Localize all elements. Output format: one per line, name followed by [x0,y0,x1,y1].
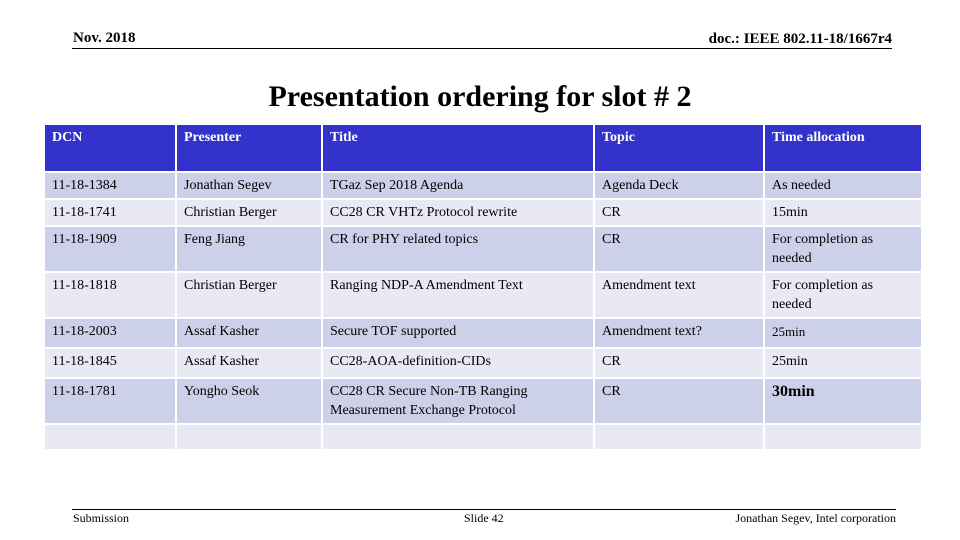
table-row: 11-18-2003 Assaf Kasher Secure TOF suppo… [45,319,921,347]
cell-dcn: 11-18-1741 [45,200,175,225]
cell-title: Secure TOF supported [323,319,593,347]
cell-topic: Amendment text? [595,319,763,347]
cell-title: CC28-AOA-definition-CIDs [323,349,593,377]
cell-presenter: Assaf Kasher [177,319,321,347]
cell-time: 30min [765,379,921,423]
header-date: Nov. 2018 [73,30,136,46]
cell-presenter [177,425,321,449]
cell-time [765,425,921,449]
cell-time: For completion as needed [765,273,921,317]
table-header-row: DCN Presenter Title Topic Time allocatio… [45,125,921,171]
column-header-title: Title [323,125,593,171]
cell-topic [595,425,763,449]
header-divider [72,48,892,49]
cell-presenter: Yongho Seok [177,379,321,423]
presentation-table: DCN Presenter Title Topic Time allocatio… [43,123,923,451]
slide-title: Presentation ordering for slot # 2 [268,80,692,113]
cell-time: 15min [765,200,921,225]
cell-time: As needed [765,173,921,198]
cell-title [323,425,593,449]
cell-topic: Amendment text [595,273,763,317]
cell-dcn: 11-18-1909 [45,227,175,271]
cell-time: 25min [765,319,921,347]
cell-presenter: Feng Jiang [177,227,321,271]
column-header-presenter: Presenter [177,125,321,171]
cell-topic: Agenda Deck [595,173,763,198]
cell-presenter: Assaf Kasher [177,349,321,377]
header-doc-id: doc.: IEEE 802.11-18/1667r4 [708,31,892,47]
cell-title: Ranging NDP-A Amendment Text [323,273,593,317]
column-header-dcn: DCN [45,125,175,171]
footer-divider [72,509,896,510]
cell-dcn: 11-18-1384 [45,173,175,198]
cell-dcn: 11-18-1845 [45,349,175,377]
table-row: 11-18-1781 Yongho Seok CC28 CR Secure No… [45,379,921,423]
cell-dcn: 11-18-1781 [45,379,175,423]
cell-presenter: Jonathan Segev [177,173,321,198]
cell-time: 25min [765,349,921,377]
table-row: 11-18-1384 Jonathan Segev TGaz Sep 2018 … [45,173,921,198]
cell-presenter: Christian Berger [177,200,321,225]
cell-topic: CR [595,200,763,225]
cell-title: TGaz Sep 2018 Agenda [323,173,593,198]
cell-presenter: Christian Berger [177,273,321,317]
footer-submission: Submission [73,511,130,525]
cell-topic: CR [595,379,763,423]
footer-author: Jonathan Segev, Intel corporation [735,511,896,525]
cell-time: For completion as needed [765,227,921,271]
footer-slide-number: Slide 42 [464,511,504,525]
cell-title: CR for PHY related topics [323,227,593,271]
table-row-empty [45,425,921,449]
cell-topic: CR [595,227,763,271]
cell-dcn [45,425,175,449]
table-row: 11-18-1909 Feng Jiang CR for PHY related… [45,227,921,271]
cell-title: CC28 CR VHTz Protocol rewrite [323,200,593,225]
column-header-topic: Topic [595,125,763,171]
cell-topic: CR [595,349,763,377]
cell-title: CC28 CR Secure Non-TB Ranging Measuremen… [323,379,593,423]
cell-dcn: 11-18-2003 [45,319,175,347]
table-row: 11-18-1741 Christian Berger CC28 CR VHTz… [45,200,921,225]
cell-dcn: 11-18-1818 [45,273,175,317]
table-row: 11-18-1818 Christian Berger Ranging NDP-… [45,273,921,317]
column-header-time-allocation: Time allocation [765,125,921,171]
table-row: 11-18-1845 Assaf Kasher CC28-AOA-definit… [45,349,921,377]
